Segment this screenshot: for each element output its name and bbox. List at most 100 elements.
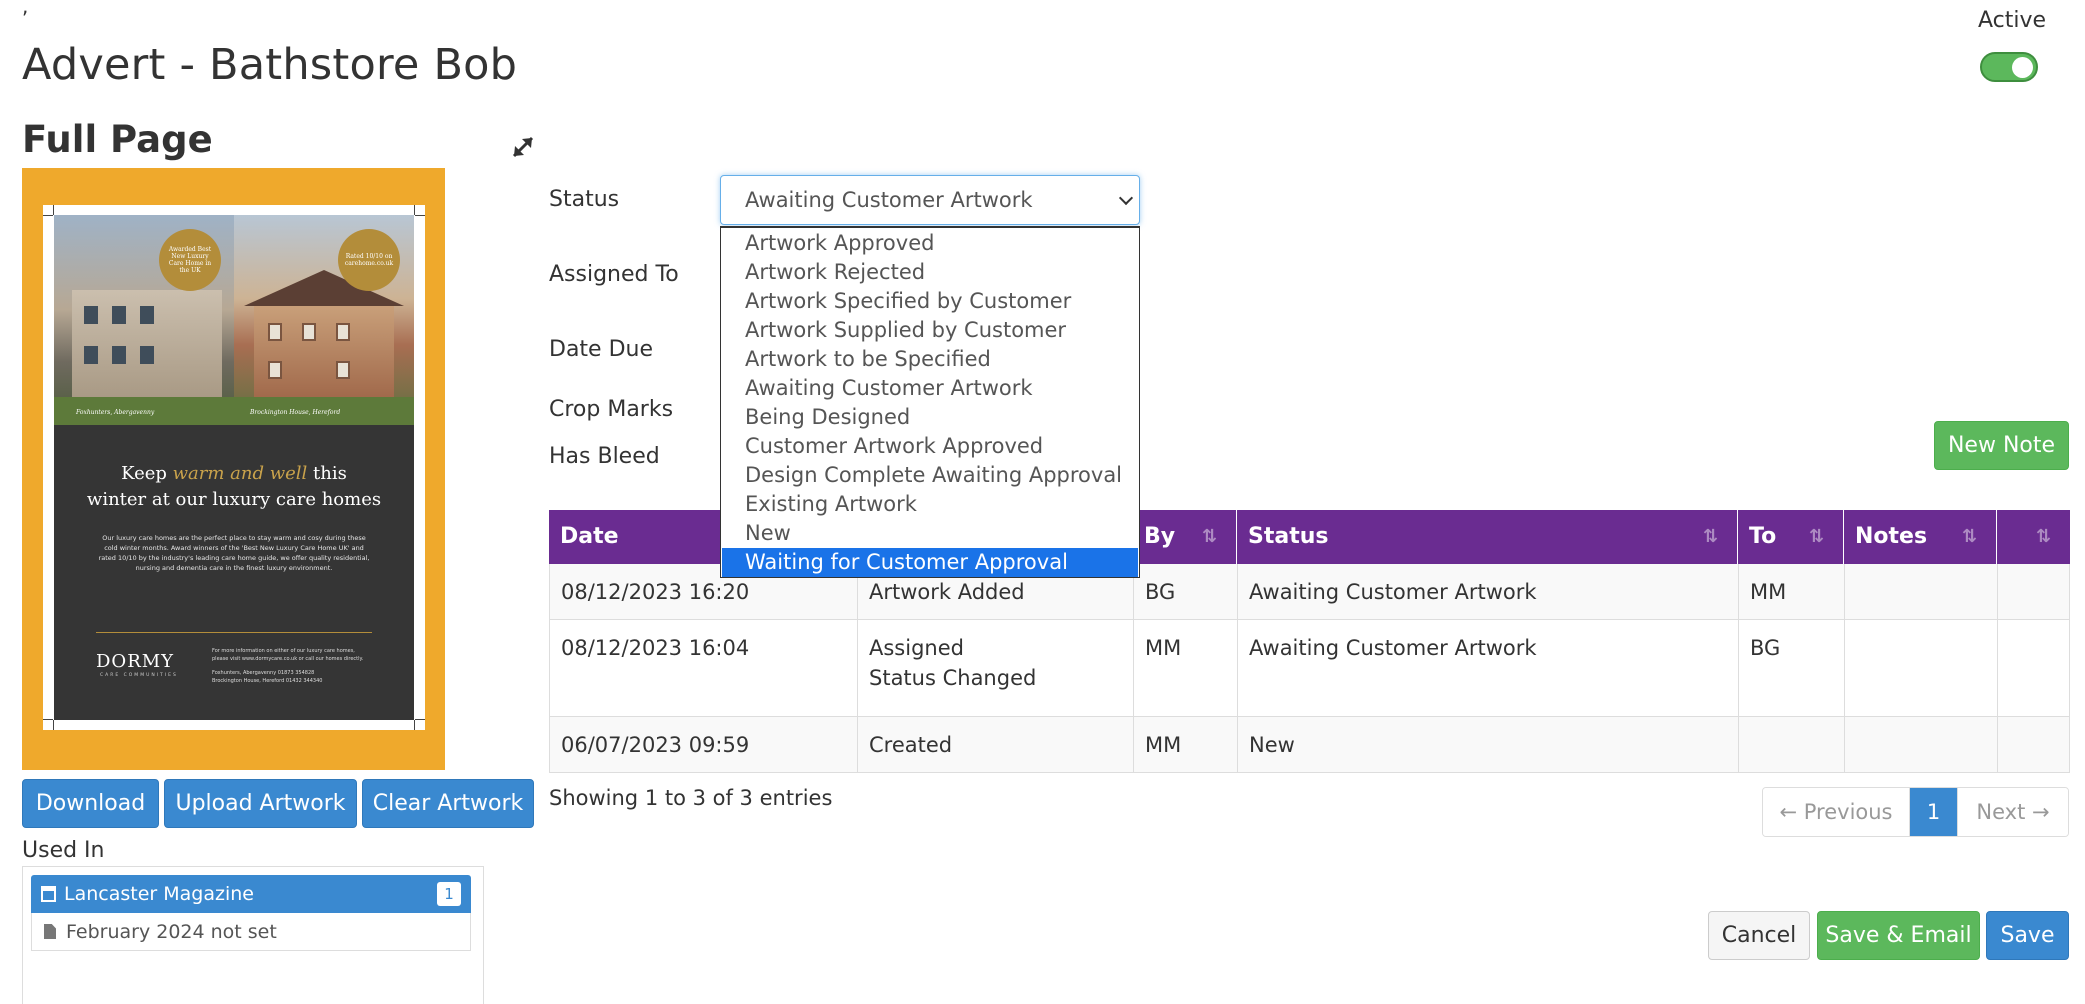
cell-actions <box>1998 717 2070 772</box>
column-header-actions[interactable]: ⇅ <box>1997 510 2070 564</box>
cell-actions <box>1998 564 2070 619</box>
cell-notes <box>1845 564 1998 619</box>
artwork-preview: Awarded Best New Luxury Care Home in the… <box>22 168 445 770</box>
artwork-paper: Awarded Best New Luxury Care Home in the… <box>43 205 425 730</box>
new-note-button[interactable]: New Note <box>1934 421 2069 470</box>
active-label: Active <box>1978 8 2047 33</box>
sort-icon: ⇅ <box>1962 526 1978 547</box>
pagination: ← Previous 1 Next → <box>1762 787 2069 837</box>
status-option[interactable]: New <box>722 519 1138 548</box>
issue-row[interactable]: February 2024 not set <box>31 913 471 951</box>
chevron-down-icon <box>1118 190 1134 206</box>
rating-badge: Rated 10/10 on carehome.co.uk <box>338 229 400 291</box>
photo-caption: Brockington House, Hereford <box>250 409 341 416</box>
crop-mark <box>415 719 425 720</box>
cell-date: 08/12/2023 16:04 <box>550 620 858 716</box>
cell-to: MM <box>1739 564 1845 619</box>
crop-mark <box>414 720 415 730</box>
download-button[interactable]: Download <box>22 779 159 828</box>
cell-by: BG <box>1134 564 1238 619</box>
column-header-notes[interactable]: Notes ⇅ <box>1844 510 1997 564</box>
cancel-button[interactable]: Cancel <box>1708 911 1810 960</box>
cell-status: Awaiting Customer Artwork <box>1238 620 1739 716</box>
next-page-button[interactable]: Next → <box>1957 788 2068 836</box>
toggle-knob <box>2012 57 2033 78</box>
dormy-logo-subtitle: CARE COMMUNITIES <box>100 673 178 678</box>
calendar-icon <box>41 886 56 902</box>
expand-icon[interactable] <box>508 132 538 162</box>
section-title: Full Page <box>22 118 213 161</box>
active-toggle[interactable] <box>1980 52 2038 82</box>
magazine-count-badge: 1 <box>437 882 461 906</box>
used-in-panel: Lancaster Magazine 1 February 2024 not s… <box>22 866 484 1004</box>
save-and-email-button[interactable]: Save & Email <box>1817 911 1980 960</box>
crop-mark <box>53 205 54 215</box>
status-option[interactable]: Design Complete Awaiting Approval <box>722 461 1138 490</box>
cell-status: Awaiting Customer Artwork <box>1238 564 1739 619</box>
status-option[interactable]: Artwork to be Specified <box>722 345 1138 374</box>
page-1-button[interactable]: 1 <box>1910 788 1957 836</box>
sort-icon: ⇅ <box>2036 526 2052 547</box>
cell-notes <box>1845 620 1998 716</box>
magazine-name: Lancaster Magazine <box>64 883 254 905</box>
house-illustration <box>244 270 404 400</box>
cell-action: Created <box>858 717 1134 772</box>
photo-brockington: Rated 10/10 on carehome.co.uk Brockingto… <box>234 215 414 425</box>
table-info: Showing 1 to 3 of 3 entries <box>549 786 833 810</box>
cell-by: MM <box>1134 620 1238 716</box>
column-header-to[interactable]: To ⇅ <box>1738 510 1844 564</box>
crop-mark <box>414 205 415 215</box>
magazine-header[interactable]: Lancaster Magazine 1 <box>31 875 471 913</box>
cell-actions <box>1998 620 2070 716</box>
crop-mark <box>43 215 53 216</box>
previous-page-button[interactable]: ← Previous <box>1763 788 1910 836</box>
advert-image: Awarded Best New Luxury Care Home in the… <box>54 215 414 720</box>
used-in-label: Used In <box>22 838 105 863</box>
crop-marks-label: Crop Marks <box>549 397 674 422</box>
status-option[interactable]: Artwork Specified by Customer <box>722 287 1138 316</box>
advert-divider <box>96 632 372 633</box>
status-option[interactable]: Customer Artwork Approved <box>722 432 1138 461</box>
photo-foxhunters: Awarded Best New Luxury Care Home in the… <box>54 215 234 425</box>
status-option-highlighted[interactable]: Waiting for Customer Approval <box>722 548 1138 577</box>
status-label: Status <box>549 187 620 212</box>
sort-icon: ⇅ <box>1809 526 1825 547</box>
crop-mark <box>53 720 54 730</box>
cell-status: New <box>1238 717 1739 772</box>
cell-to <box>1739 717 1845 772</box>
save-button[interactable]: Save <box>1986 911 2069 960</box>
stray-mark: , <box>22 0 29 18</box>
issue-label: February 2024 not set <box>66 920 277 943</box>
column-header-status[interactable]: Status ⇅ <box>1237 510 1738 564</box>
status-option[interactable]: Artwork Supplied by Customer <box>722 316 1138 345</box>
clear-artwork-button[interactable]: Clear Artwork <box>362 779 534 828</box>
dormy-logo: DORMY <box>96 651 175 672</box>
page-title: Advert - Bathstore Bob <box>22 40 518 90</box>
status-option[interactable]: Artwork Approved <box>722 229 1138 258</box>
cell-by: MM <box>1134 717 1238 772</box>
upload-artwork-button[interactable]: Upload Artwork <box>164 779 357 828</box>
cell-action: Assigned Status Changed <box>858 620 1134 716</box>
assigned-to-label: Assigned To <box>549 262 679 287</box>
column-header-by[interactable]: By ⇅ <box>1133 510 1237 564</box>
cell-notes <box>1845 717 1998 772</box>
status-option[interactable]: Being Designed <box>722 403 1138 432</box>
status-dropdown: Artwork Approved Artwork Rejected Artwor… <box>720 226 1140 578</box>
advert-headline: Keep warm and well this winter at our lu… <box>86 463 382 510</box>
cell-to: BG <box>1739 620 1845 716</box>
table-row: 08/12/2023 16:04 Assigned Status Changed … <box>549 620 2070 717</box>
house-illustration <box>72 290 222 400</box>
status-option[interactable]: Existing Artwork <box>722 490 1138 519</box>
status-option[interactable]: Artwork Rejected <box>722 258 1138 287</box>
table-row: 06/07/2023 09:59 Created MM New <box>549 717 2070 773</box>
status-option[interactable]: Awaiting Customer Artwork <box>722 374 1138 403</box>
photo-caption: Foxhunters, Abergavenny <box>76 409 155 416</box>
crop-mark <box>43 719 53 720</box>
status-select-value: Awaiting Customer Artwork <box>745 188 1033 212</box>
has-bleed-label: Has Bleed <box>549 444 660 469</box>
status-select[interactable]: Awaiting Customer Artwork <box>720 175 1140 225</box>
file-icon <box>44 924 56 939</box>
date-due-label: Date Due <box>549 337 653 362</box>
cell-date: 06/07/2023 09:59 <box>550 717 858 772</box>
award-badge: Awarded Best New Luxury Care Home in the… <box>159 229 221 291</box>
